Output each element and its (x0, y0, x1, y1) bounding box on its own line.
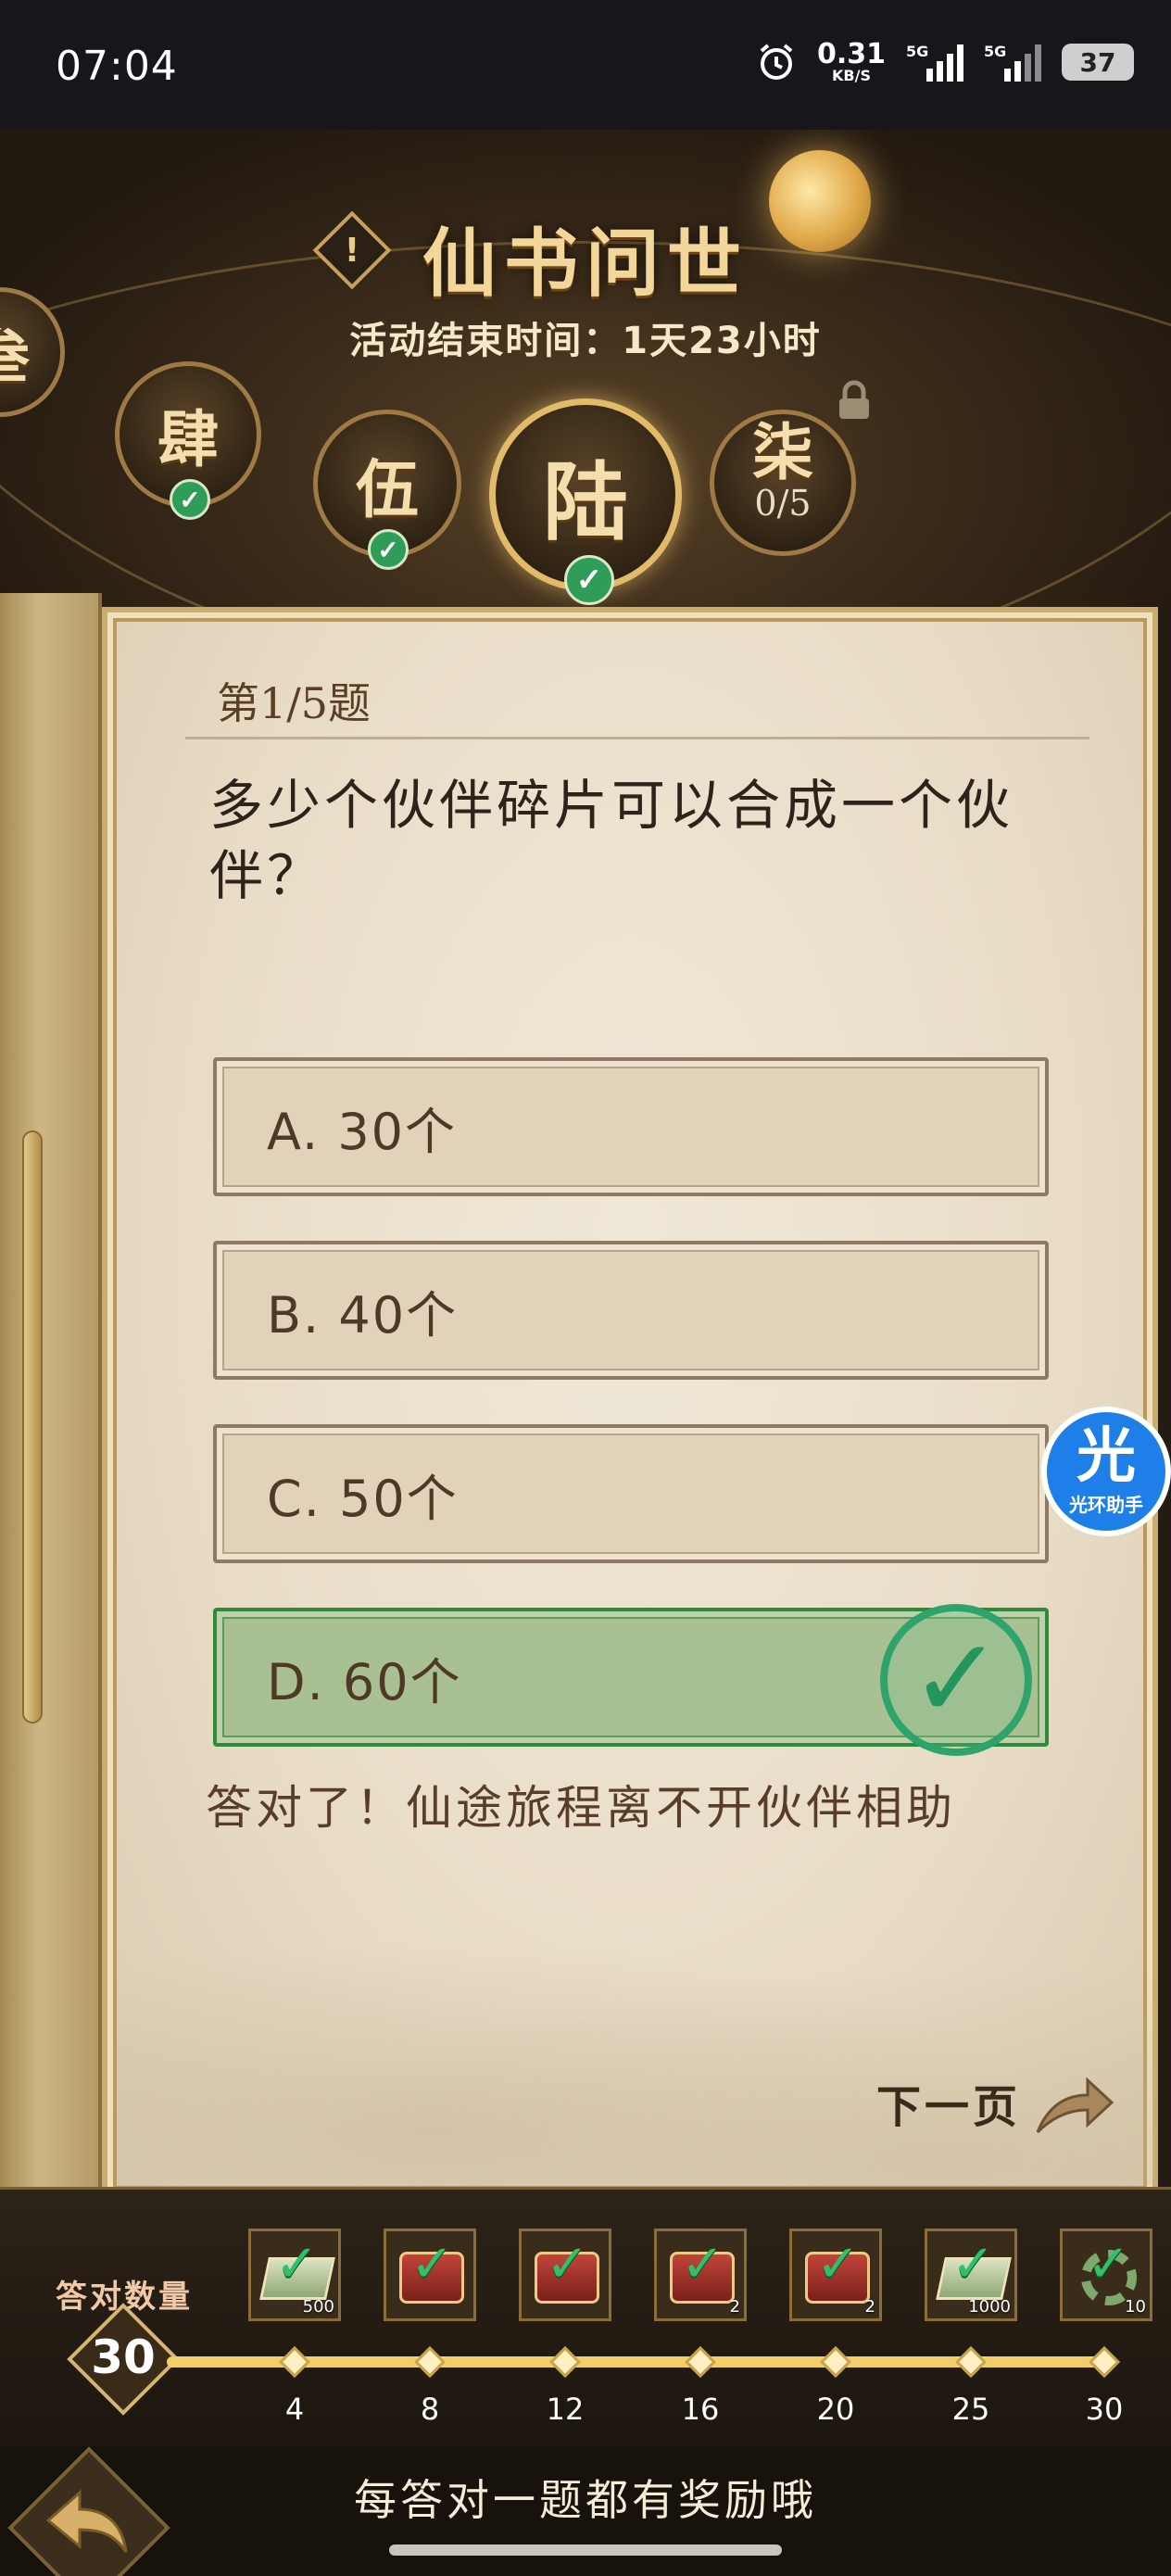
chapter-progress: 0/5 (754, 483, 812, 524)
correct-check-icon: ✓ (880, 1604, 1032, 1756)
claimed-check-icon: ✓ (410, 2234, 454, 2294)
net-speed-unit: KB/S (832, 67, 871, 84)
answer-feedback: 答对了！仙途旅程离不开伙伴相助 (206, 1781, 956, 1835)
completed-check-icon: ✓ (564, 555, 614, 605)
reward-hint: 每答对一题都有奖励哦 (354, 2475, 817, 2525)
assistant-label: 光环助手 (1069, 1493, 1143, 1516)
milestone-label: 4 (284, 2392, 305, 2427)
curved-arrow-icon (1036, 2077, 1114, 2134)
milestone-label: 8 (420, 2392, 440, 2427)
chapter-label: 伍 (355, 452, 419, 527)
floating-assistant-button[interactable]: 光 光环助手 (1041, 1407, 1171, 1536)
question-text: 多少个伙伴碎片可以合成一个伙伴？ (209, 774, 1014, 907)
option-label: D. 60个 (267, 1652, 462, 1711)
alarm-icon (760, 44, 793, 80)
assistant-glyph: 光 (1077, 1421, 1136, 1491)
next-page-label: 下一页 (876, 2081, 1022, 2133)
reward-quantity: 1000 (968, 2297, 1011, 2317)
claimed-check-icon: ✓ (951, 2234, 995, 2294)
chapter-label: 叁 (0, 309, 30, 395)
home-indicator[interactable] (389, 2544, 782, 2556)
option-b[interactable]: B. 40个 (213, 1241, 1049, 1380)
page-title: 仙书问世 (422, 220, 749, 307)
milestone-marker (820, 2346, 851, 2378)
next-page-button[interactable]: 下一页 (876, 2067, 1115, 2138)
option-a[interactable]: A. 30个 (213, 1057, 1049, 1196)
reward-quantity: 10 (1125, 2297, 1146, 2317)
divider (185, 737, 1089, 739)
reward-progress-bar: 答对数量 30 ✓ 500 4 ✓ 8 ✓ 12 ✓ 2 16 ✓ 2 20 ✓… (0, 2187, 1171, 2446)
signal-icon: 5G (984, 43, 1041, 82)
chapter-label: 肆 (157, 403, 219, 475)
milestone-marker (279, 2346, 310, 2378)
reward-item[interactable]: ✓ 2 (654, 2229, 747, 2321)
battery-icon: 37 (1062, 44, 1134, 81)
bottom-bar: 每答对一题都有奖励哦 (0, 2446, 1171, 2576)
reward-quantity: 2 (729, 2297, 740, 2317)
milestone-marker (685, 2346, 716, 2378)
milestone-label: 25 (951, 2392, 990, 2427)
status-icons: 0.31 KB/S 5G 5G 37 (756, 41, 1134, 83)
milestone-marker (1089, 2346, 1120, 2378)
quiz-card: 第1/5题 多少个伙伴碎片可以合成一个伙伴？ A. 30个 B. 40个 C. … (102, 607, 1158, 2201)
option-d[interactable]: D. 60个 ✓ (213, 1604, 1049, 1756)
reward-item[interactable]: ✓ 500 (248, 2229, 341, 2321)
event-end-time: 活动结束时间：1天23小时 (349, 320, 822, 362)
scroll-rail[interactable] (22, 1130, 43, 1724)
reward-item[interactable]: ✓ 10 (1060, 2229, 1152, 2321)
option-label: C. 50个 (267, 1469, 459, 1528)
net-speed: 0.31 KB/S (817, 41, 886, 83)
milestone-label: 12 (546, 2392, 585, 2427)
chapter-label: 陆 (542, 451, 628, 552)
option-label: A. 30个 (267, 1102, 458, 1161)
option-c[interactable]: C. 50个 (213, 1424, 1049, 1563)
completed-check-icon: ✓ (170, 479, 210, 520)
claimed-check-icon: ✓ (681, 2234, 724, 2294)
net-speed-value: 0.31 (816, 38, 886, 70)
milestone-marker (549, 2346, 581, 2378)
milestone-label: 20 (816, 2392, 855, 2427)
mist-decoration (117, 1908, 1154, 2186)
option-label: B. 40个 (267, 1285, 459, 1345)
lock-icon (839, 380, 869, 419)
chapter-7[interactable]: 柒 0/5 (710, 410, 856, 556)
milestone-marker (955, 2346, 987, 2378)
milestone-label: 16 (681, 2392, 720, 2427)
reward-quantity: 2 (864, 2297, 875, 2317)
chapter-label: 柒 (752, 416, 813, 488)
reward-item[interactable]: ✓ 2 (789, 2229, 882, 2321)
correct-count-value: 30 (91, 2330, 156, 2384)
chapter-6[interactable]: 陆 ✓ (489, 398, 682, 605)
reward-quantity: 500 (302, 2297, 334, 2317)
reward-item[interactable]: ✓ (384, 2229, 476, 2321)
sim2-label: 5G (984, 43, 1007, 60)
signal-icon: 5G (906, 43, 963, 82)
sim1-label: 5G (906, 43, 929, 60)
chapter-5[interactable]: 伍 ✓ (313, 410, 461, 570)
status-bar: 07:04 0.31 KB/S 5G 5G 37 (0, 0, 1171, 130)
header-scene: ! 仙书问世 活动结束时间：1天23小时 叁 肆 ✓ 伍 ✓ 陆 ✓ 柒 0/5 (0, 130, 1171, 612)
claimed-check-icon: ✓ (546, 2234, 589, 2294)
claimed-check-icon: ✓ (275, 2234, 319, 2294)
left-side-panel (0, 593, 102, 2187)
claimed-check-icon: ✓ (1087, 2234, 1130, 2294)
milestone-marker (414, 2346, 446, 2378)
completed-check-icon: ✓ (368, 529, 409, 570)
claimed-check-icon: ✓ (816, 2234, 860, 2294)
chapter-4[interactable]: 肆 ✓ (115, 361, 261, 520)
milestone-label: 30 (1085, 2392, 1124, 2427)
reward-item[interactable]: ✓ (519, 2229, 611, 2321)
reward-item[interactable]: ✓ 1000 (925, 2229, 1017, 2321)
status-time: 07:04 (56, 43, 178, 90)
question-number: 第1/5题 (217, 678, 371, 728)
